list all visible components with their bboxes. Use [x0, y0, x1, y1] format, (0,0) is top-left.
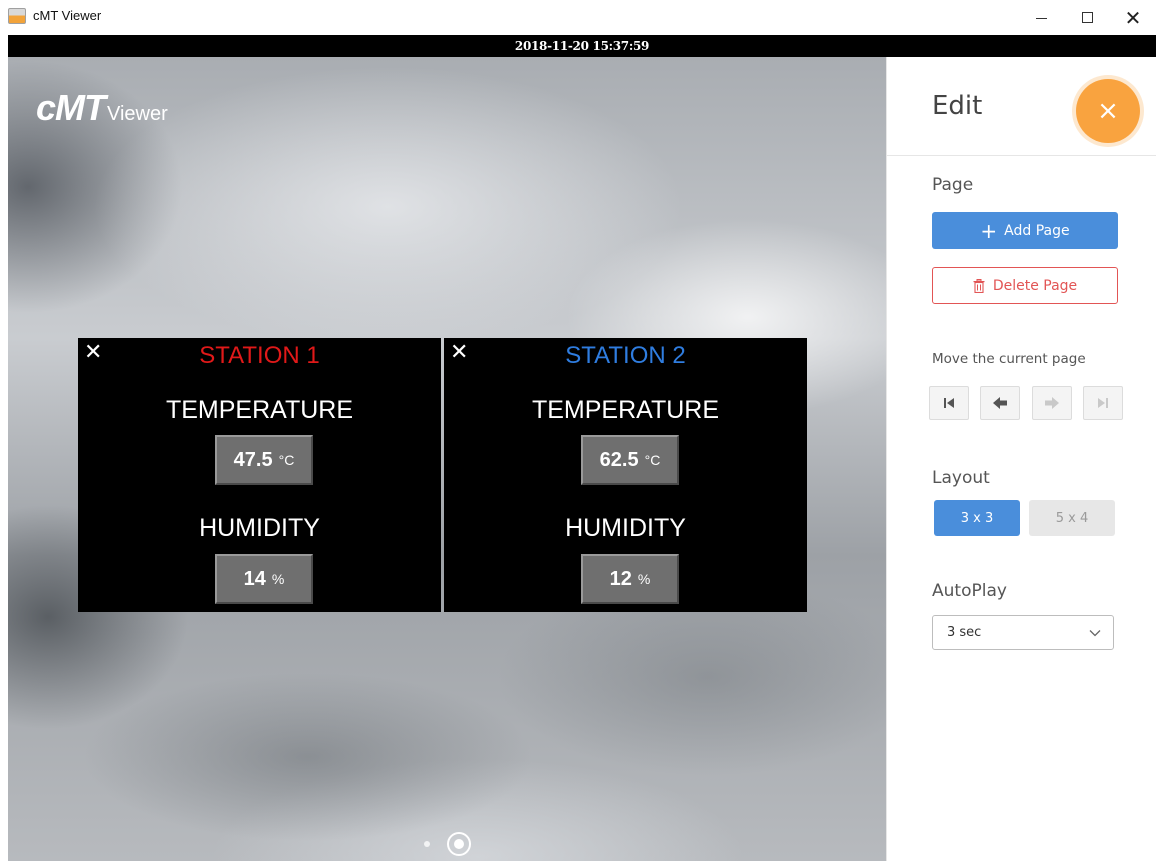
delete-page-label: Delete Page: [992, 277, 1078, 294]
temperature-value: 62.5: [599, 448, 639, 471]
temperature-label: TEMPERATURE: [531, 396, 720, 424]
window-close-button[interactable]: ✕: [1110, 0, 1156, 35]
maximize-icon: [1081, 12, 1093, 23]
maximize-button[interactable]: [1064, 0, 1110, 35]
window-title: cMT Viewer: [33, 8, 102, 23]
station-panel-2[interactable]: ✕ STATION 2 TEMPERATURE 62.5 °C HUMIDITY…: [444, 338, 807, 612]
layout-section-label: Layout: [932, 468, 990, 488]
chevron-down-icon: [1089, 629, 1101, 636]
logo-sub-text: Viewer: [107, 103, 168, 125]
timestamp-bar: 2018-11-20 15:37:59: [8, 35, 1156, 57]
humidity-value: 12: [609, 567, 632, 590]
page-dot-inner: [454, 839, 464, 849]
temperature-unit: °C: [644, 452, 661, 468]
temperature-label: TEMPERATURE: [165, 396, 354, 424]
viewer-canvas: cMT Viewer ✕ STATION 1 TEMPERATURE 47.5 °…: [8, 57, 886, 861]
autoplay-section-label: AutoPlay: [932, 581, 1007, 601]
skip-first-icon: [944, 398, 954, 408]
autoplay-value: 3 sec: [947, 625, 982, 640]
humidity-label: HUMIDITY: [565, 514, 686, 542]
humidity-unit: %: [271, 571, 285, 587]
close-icon: ✕: [1124, 5, 1142, 30]
humidity-unit: %: [637, 571, 651, 587]
divider: [887, 155, 1156, 156]
logo-main-text: cMT: [36, 87, 106, 128]
temperature-unit: °C: [278, 452, 295, 468]
humidity-label: HUMIDITY: [199, 514, 320, 542]
move-first-button[interactable]: [929, 386, 969, 420]
station-title: STATION 2: [565, 342, 686, 369]
humidity-display: 12 %: [581, 554, 679, 604]
close-edit-button[interactable]: ×: [1076, 79, 1140, 143]
delete-page-button[interactable]: Delete Page: [932, 267, 1118, 304]
app-icon: [8, 8, 26, 24]
temperature-display: 47.5 °C: [215, 435, 313, 485]
timestamp-text: 2018-11-20 15:37:59: [514, 39, 650, 53]
humidity-value: 14: [243, 567, 266, 590]
station-panel-1[interactable]: ✕ STATION 1 TEMPERATURE 47.5 °C HUMIDITY…: [78, 338, 441, 612]
station-title: STATION 1: [199, 342, 320, 369]
move-next-button[interactable]: [1032, 386, 1072, 420]
minimize-button[interactable]: [1018, 0, 1064, 35]
move-prev-button[interactable]: [980, 386, 1020, 420]
page-dot-1[interactable]: [424, 841, 430, 847]
add-page-button[interactable]: + Add Page: [932, 212, 1118, 249]
move-last-button[interactable]: [1083, 386, 1123, 420]
page-section-label: Page: [932, 175, 974, 195]
move-page-label: Move the current page: [932, 351, 1086, 367]
close-icon: ×: [1097, 96, 1119, 126]
trash-icon: [973, 278, 985, 293]
layout-3x3-button[interactable]: 3 x 3: [934, 500, 1020, 536]
window-titlebar: cMT Viewer ✕: [0, 0, 1156, 35]
add-page-label: Add Page: [1004, 222, 1070, 239]
arrow-left-icon: [993, 397, 1007, 409]
cmt-viewer-logo: cMT Viewer: [36, 87, 168, 129]
temperature-value: 47.5: [233, 448, 273, 471]
autoplay-select[interactable]: 3 sec: [932, 615, 1114, 650]
edit-title: Edit: [932, 91, 983, 121]
arrow-right-icon: [1045, 397, 1059, 409]
page-dot-2-current[interactable]: [447, 832, 471, 856]
minimize-icon: [1035, 18, 1047, 19]
plus-icon: +: [980, 218, 998, 243]
humidity-display: 14 %: [215, 554, 313, 604]
temperature-display: 62.5 °C: [581, 435, 679, 485]
skip-last-icon: [1098, 398, 1108, 408]
edit-panel: Edit × Page + Add Page Delete Page Move …: [886, 57, 1156, 861]
layout-5x4-button[interactable]: 5 x 4: [1029, 500, 1115, 536]
